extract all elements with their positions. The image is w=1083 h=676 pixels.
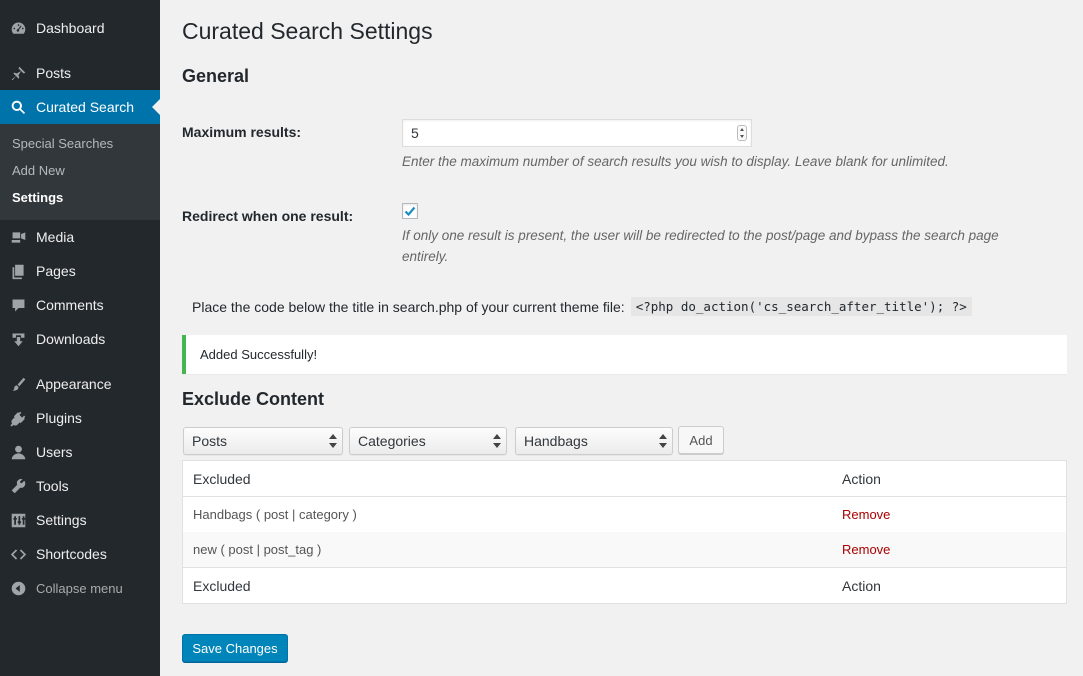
max-results-value: 5: [411, 125, 419, 141]
sidebar-item-users[interactable]: Users: [0, 435, 160, 469]
curated-search-submenu: Special Searches Add New Settings: [0, 124, 160, 220]
plugin-icon: [0, 410, 36, 427]
select-arrows-icon: [329, 434, 337, 448]
post-type-select[interactable]: Posts: [183, 427, 343, 455]
redirect-description-line-2: entirely.: [402, 249, 449, 264]
search-icon: [0, 99, 36, 116]
user-icon: [0, 444, 36, 461]
code-instruction-text: Place the code below the title in search…: [192, 298, 625, 315]
submenu-special-searches[interactable]: Special Searches: [12, 136, 113, 151]
column-footer-action: Action: [842, 577, 881, 594]
collapse-menu-label: Collapse menu: [36, 580, 123, 596]
code-instruction: Place the code below the title in search…: [192, 297, 972, 316]
post-type-value: Posts: [192, 433, 228, 449]
table-header: Excluded Action: [183, 461, 1066, 497]
success-notice-text: Added Successfully!: [200, 347, 318, 362]
excluded-item: Handbags ( post | category ): [193, 507, 357, 522]
table-row: new ( post | post_tag ) Remove: [183, 532, 1066, 567]
redirect-description-line-1: If only one result is present, the user …: [402, 228, 999, 243]
excluded-table: Excluded Action Handbags ( post | catego…: [182, 460, 1067, 604]
redirect-label: Redirect when one result:: [182, 208, 354, 224]
table-row: Handbags ( post | category ) Remove: [183, 497, 1066, 532]
max-results-input[interactable]: 5: [402, 119, 752, 147]
sidebar-item-label: Appearance: [36, 376, 112, 392]
sidebar-item-label: Posts: [36, 65, 72, 81]
redirect-description: If only one result is present, the user …: [402, 225, 999, 267]
select-arrows-icon: [493, 434, 501, 448]
pin-icon: [0, 65, 36, 82]
taxonomy-value: Categories: [358, 433, 426, 449]
add-button[interactable]: Add: [678, 426, 724, 454]
table-footer: Excluded Action: [183, 567, 1066, 603]
max-results-label: Maximum results:: [182, 124, 302, 140]
term-value: Handbags: [524, 433, 588, 449]
sidebar-item-appearance[interactable]: Appearance: [0, 367, 160, 401]
checkmark-icon: [404, 206, 416, 217]
sidebar-item-label: Shortcodes: [36, 546, 107, 562]
sidebar-item-label: Settings: [36, 512, 87, 528]
remove-link[interactable]: Remove: [842, 507, 890, 522]
page-title: Curated Search Settings: [182, 18, 433, 44]
sidebar-item-label: Media: [36, 229, 75, 245]
comment-icon: [0, 297, 36, 314]
code-icon: [0, 546, 36, 563]
sidebar-item-label: Comments: [36, 297, 104, 313]
collapse-menu-button[interactable]: Collapse menu: [0, 571, 160, 605]
taxonomy-select[interactable]: Categories: [349, 427, 507, 455]
sidebar-item-comments[interactable]: Comments: [0, 288, 160, 322]
sidebar-item-settings[interactable]: Settings: [0, 503, 160, 537]
media-icon: [0, 229, 36, 246]
download-icon: [0, 331, 36, 348]
max-results-description: Enter the maximum number of search resul…: [402, 154, 949, 169]
excluded-item: new ( post | post_tag ): [193, 542, 322, 557]
paintbrush-icon: [0, 376, 36, 393]
main-content: Curated Search Settings General Maximum …: [160, 0, 1083, 676]
sidebar-item-tools[interactable]: Tools: [0, 469, 160, 503]
sidebar-item-label: Dashboard: [36, 20, 105, 36]
sidebar-item-curated-search[interactable]: Curated Search: [0, 90, 160, 124]
dashboard-icon: [0, 20, 36, 37]
submenu-add-new[interactable]: Add New: [12, 163, 65, 178]
sidebar-item-label: Plugins: [36, 410, 82, 426]
submenu-settings[interactable]: Settings: [12, 190, 63, 205]
pages-icon: [0, 263, 36, 280]
sidebar-item-posts[interactable]: Posts: [0, 56, 160, 90]
general-heading: General: [182, 66, 250, 86]
sidebar-item-label: Users: [36, 444, 73, 460]
save-changes-button[interactable]: Save Changes: [182, 634, 288, 662]
column-header-excluded: Excluded: [193, 470, 251, 487]
column-footer-excluded: Excluded: [193, 577, 251, 594]
sidebar-item-label: Curated Search: [36, 99, 135, 115]
redirect-checkbox[interactable]: [402, 203, 418, 219]
wrench-icon: [0, 478, 36, 495]
sidebar-item-label: Downloads: [36, 331, 106, 347]
remove-link[interactable]: Remove: [842, 542, 890, 557]
sidebar-item-plugins[interactable]: Plugins: [0, 401, 160, 435]
collapse-arrow-icon: [0, 580, 36, 597]
settings-icon: [0, 512, 36, 529]
sidebar-item-label: Pages: [36, 263, 76, 279]
code-snippet: <?php do_action('cs_search_after_title')…: [630, 297, 972, 316]
number-spinner-icon[interactable]: [737, 125, 747, 141]
sidebar-item-downloads[interactable]: Downloads: [0, 322, 160, 356]
sidebar-item-label: Tools: [36, 478, 69, 494]
admin-sidebar: Dashboard Posts Curated Search Special S…: [0, 0, 160, 676]
column-header-action: Action: [842, 470, 881, 487]
exclude-content-heading: Exclude Content: [182, 389, 325, 409]
sidebar-item-pages[interactable]: Pages: [0, 254, 160, 288]
sidebar-item-media[interactable]: Media: [0, 220, 160, 254]
sidebar-item-shortcodes[interactable]: Shortcodes: [0, 537, 160, 571]
sidebar-item-dashboard[interactable]: Dashboard: [0, 11, 160, 45]
select-arrows-icon: [659, 434, 667, 448]
success-notice: Added Successfully!: [182, 335, 1067, 374]
term-select[interactable]: Handbags: [515, 427, 673, 455]
